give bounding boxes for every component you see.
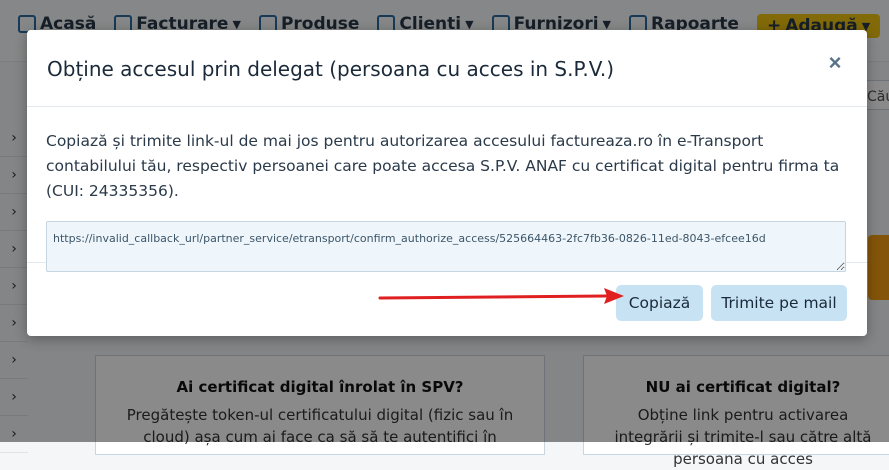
modal-title: Obține accesul prin delegat (persoana cu… <box>47 57 615 81</box>
modal-description: Copiază și trimite link-ul de mai jos pe… <box>46 132 840 200</box>
send-mail-button[interactable]: Trimite pe mail <box>711 285 847 321</box>
modal-header: Obține accesul prin delegat (persoana cu… <box>27 30 867 107</box>
copy-button[interactable]: Copiază <box>616 285 703 321</box>
red-arrow-annotation <box>378 288 624 304</box>
modal-body: Copiază și trimite link-ul de mai jos pe… <box>27 107 867 272</box>
close-button[interactable]: × <box>823 50 847 75</box>
